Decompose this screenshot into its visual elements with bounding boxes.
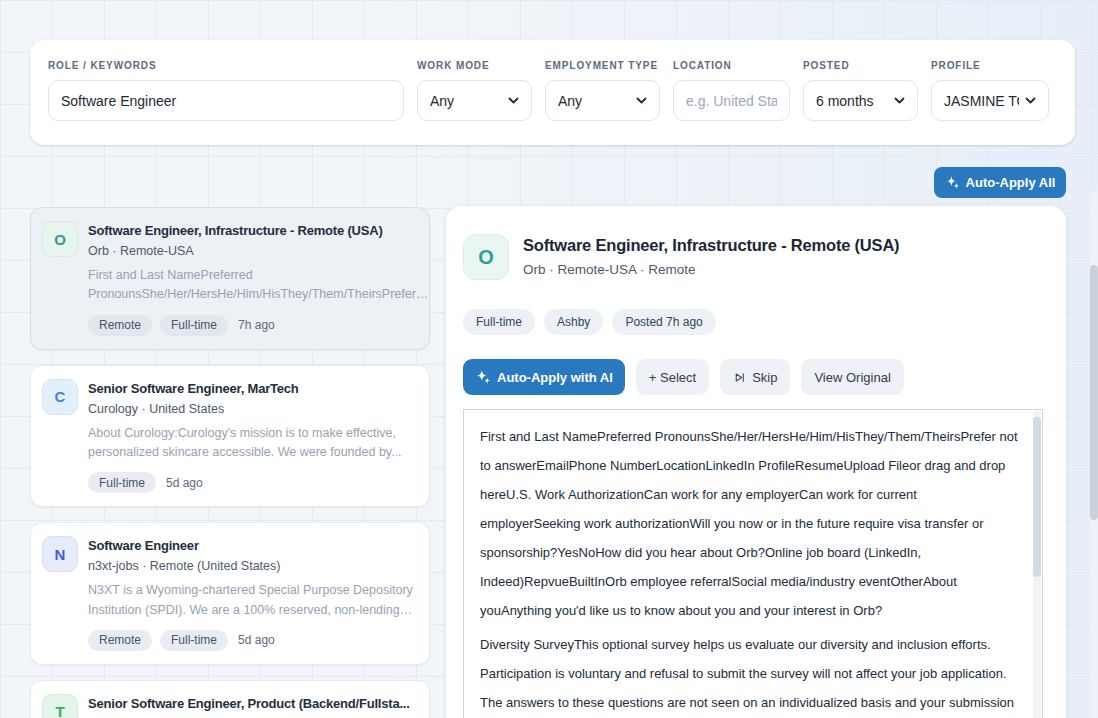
employment-type-select[interactable]: Any (545, 80, 660, 121)
job-card[interactable]: C Senior Software Engineer, MarTech Curo… (30, 365, 430, 508)
skip-icon (733, 371, 746, 384)
location-placeholder: e.g. United Stat (686, 93, 777, 109)
role-keywords-label: ROLE / KEYWORDS (48, 60, 404, 71)
description-paragraph: Diversity SurveyThis optional survey hel… (480, 630, 1018, 717)
chevron-down-icon (636, 97, 647, 104)
chevron-down-icon (894, 97, 905, 104)
employment-type-label: EMPLOYMENT TYPE (545, 60, 660, 71)
role-keywords-value: Software Engineer (61, 93, 176, 109)
job-card[interactable]: N Software Engineer n3xt-jobs · Remote (… (30, 522, 430, 665)
view-original-label: View Original (814, 370, 890, 385)
company-avatar: O (42, 221, 78, 257)
job-company: n3xt-jobs · Remote (United States) (88, 559, 280, 573)
badge: Full-time (88, 472, 156, 493)
work-mode-value: Any (430, 93, 502, 109)
posted-value: 6 months (816, 93, 888, 109)
select-button-label: + Select (649, 370, 696, 385)
description-scrollbar[interactable] (1033, 411, 1041, 718)
page-scrollbar[interactable] (1090, 190, 1098, 718)
badge: Remote (88, 630, 152, 651)
description-paragraph: First and Last NamePreferred PronounsShe… (480, 422, 1018, 625)
job-title: Software Engineer, Infrastructure - Remo… (88, 223, 395, 240)
posted-label: POSTED (803, 60, 918, 71)
job-badges: Full-time 5d ago (88, 472, 429, 493)
skip-button-label: Skip (752, 370, 777, 385)
detail-job-title: Software Engineer, Infrastructure - Remo… (523, 236, 899, 255)
job-card[interactable]: T Senior Software Engineer, Product (Bac… (30, 680, 430, 718)
role-keywords-input[interactable]: Software Engineer (48, 80, 404, 121)
description-scrollbar-thumb[interactable] (1033, 417, 1041, 577)
badge: Remote (88, 315, 152, 336)
detail-badges: Full-time Ashby Posted 7h ago (463, 309, 1043, 335)
chevron-down-icon (1025, 97, 1036, 104)
job-company: Curology · United States (88, 402, 311, 416)
work-mode-select[interactable]: Any (417, 80, 532, 121)
posted-age: 7h ago (238, 318, 275, 332)
job-badges: Remote Full-time 7h ago (88, 315, 429, 336)
location-input[interactable]: e.g. United Stat (673, 80, 790, 121)
job-detail-panel: O Software Engineer, Infrastructure - Re… (445, 205, 1067, 718)
company-avatar: N (42, 536, 78, 572)
posted-select[interactable]: 6 months (803, 80, 918, 121)
sparkle-icon (475, 369, 491, 385)
auto-apply-all-label: Auto-Apply All (966, 175, 1056, 190)
job-badges: Remote Full-time 5d ago (88, 630, 429, 651)
auto-apply-with-ai-button[interactable]: Auto-Apply with AI (463, 359, 625, 395)
chevron-down-icon (508, 97, 519, 104)
job-title: Senior Software Engineer, Product (Backe… (88, 696, 422, 713)
job-list: O Software Engineer, Infrastructure - Re… (30, 207, 430, 718)
skip-button[interactable]: Skip (720, 359, 790, 395)
badge: Full-time (463, 309, 535, 335)
company-avatar: C (42, 379, 78, 415)
job-description[interactable]: First and Last NamePreferred PronounsShe… (463, 409, 1043, 718)
auto-apply-all-button[interactable]: Auto-Apply All (934, 167, 1066, 198)
view-original-button[interactable]: View Original (801, 359, 903, 395)
badge: Full-time (160, 315, 228, 336)
company-avatar: O (463, 234, 509, 280)
company-avatar: T (42, 694, 78, 718)
job-snippet: First and Last NamePreferred PronounsShe… (88, 266, 429, 305)
job-title: Software Engineer (88, 538, 280, 555)
job-snippet: N3XT is a Wyoming-chartered Special Purp… (88, 581, 429, 620)
select-button[interactable]: + Select (636, 359, 709, 395)
profile-label: PROFILE (931, 60, 1049, 71)
work-mode-label: WORK MODE (417, 60, 532, 71)
job-snippet: About Curology:Curology's mission is to … (88, 424, 429, 463)
profile-value: JASMINE TO (944, 93, 1019, 109)
page-scrollbar-thumb[interactable] (1090, 265, 1098, 520)
filter-bar: ROLE / KEYWORDS Software Engineer WORK M… (30, 40, 1075, 145)
posted-age: 5d ago (166, 476, 203, 490)
job-title: Senior Software Engineer, MarTech (88, 381, 311, 398)
badge: Ashby (544, 309, 603, 335)
sparkle-icon (945, 175, 960, 190)
profile-select[interactable]: JASMINE TO (931, 80, 1049, 121)
employment-type-value: Any (558, 93, 630, 109)
job-company: Orb · Remote-USA (88, 244, 395, 258)
posted-age: 5d ago (238, 633, 275, 647)
badge: Posted 7h ago (612, 309, 715, 335)
auto-apply-with-ai-label: Auto-Apply with AI (497, 370, 613, 385)
location-label: LOCATION (673, 60, 790, 71)
detail-job-company: Orb · Remote-USA · Remote (523, 262, 899, 277)
badge: Full-time (160, 630, 228, 651)
job-card[interactable]: O Software Engineer, Infrastructure - Re… (30, 207, 430, 350)
